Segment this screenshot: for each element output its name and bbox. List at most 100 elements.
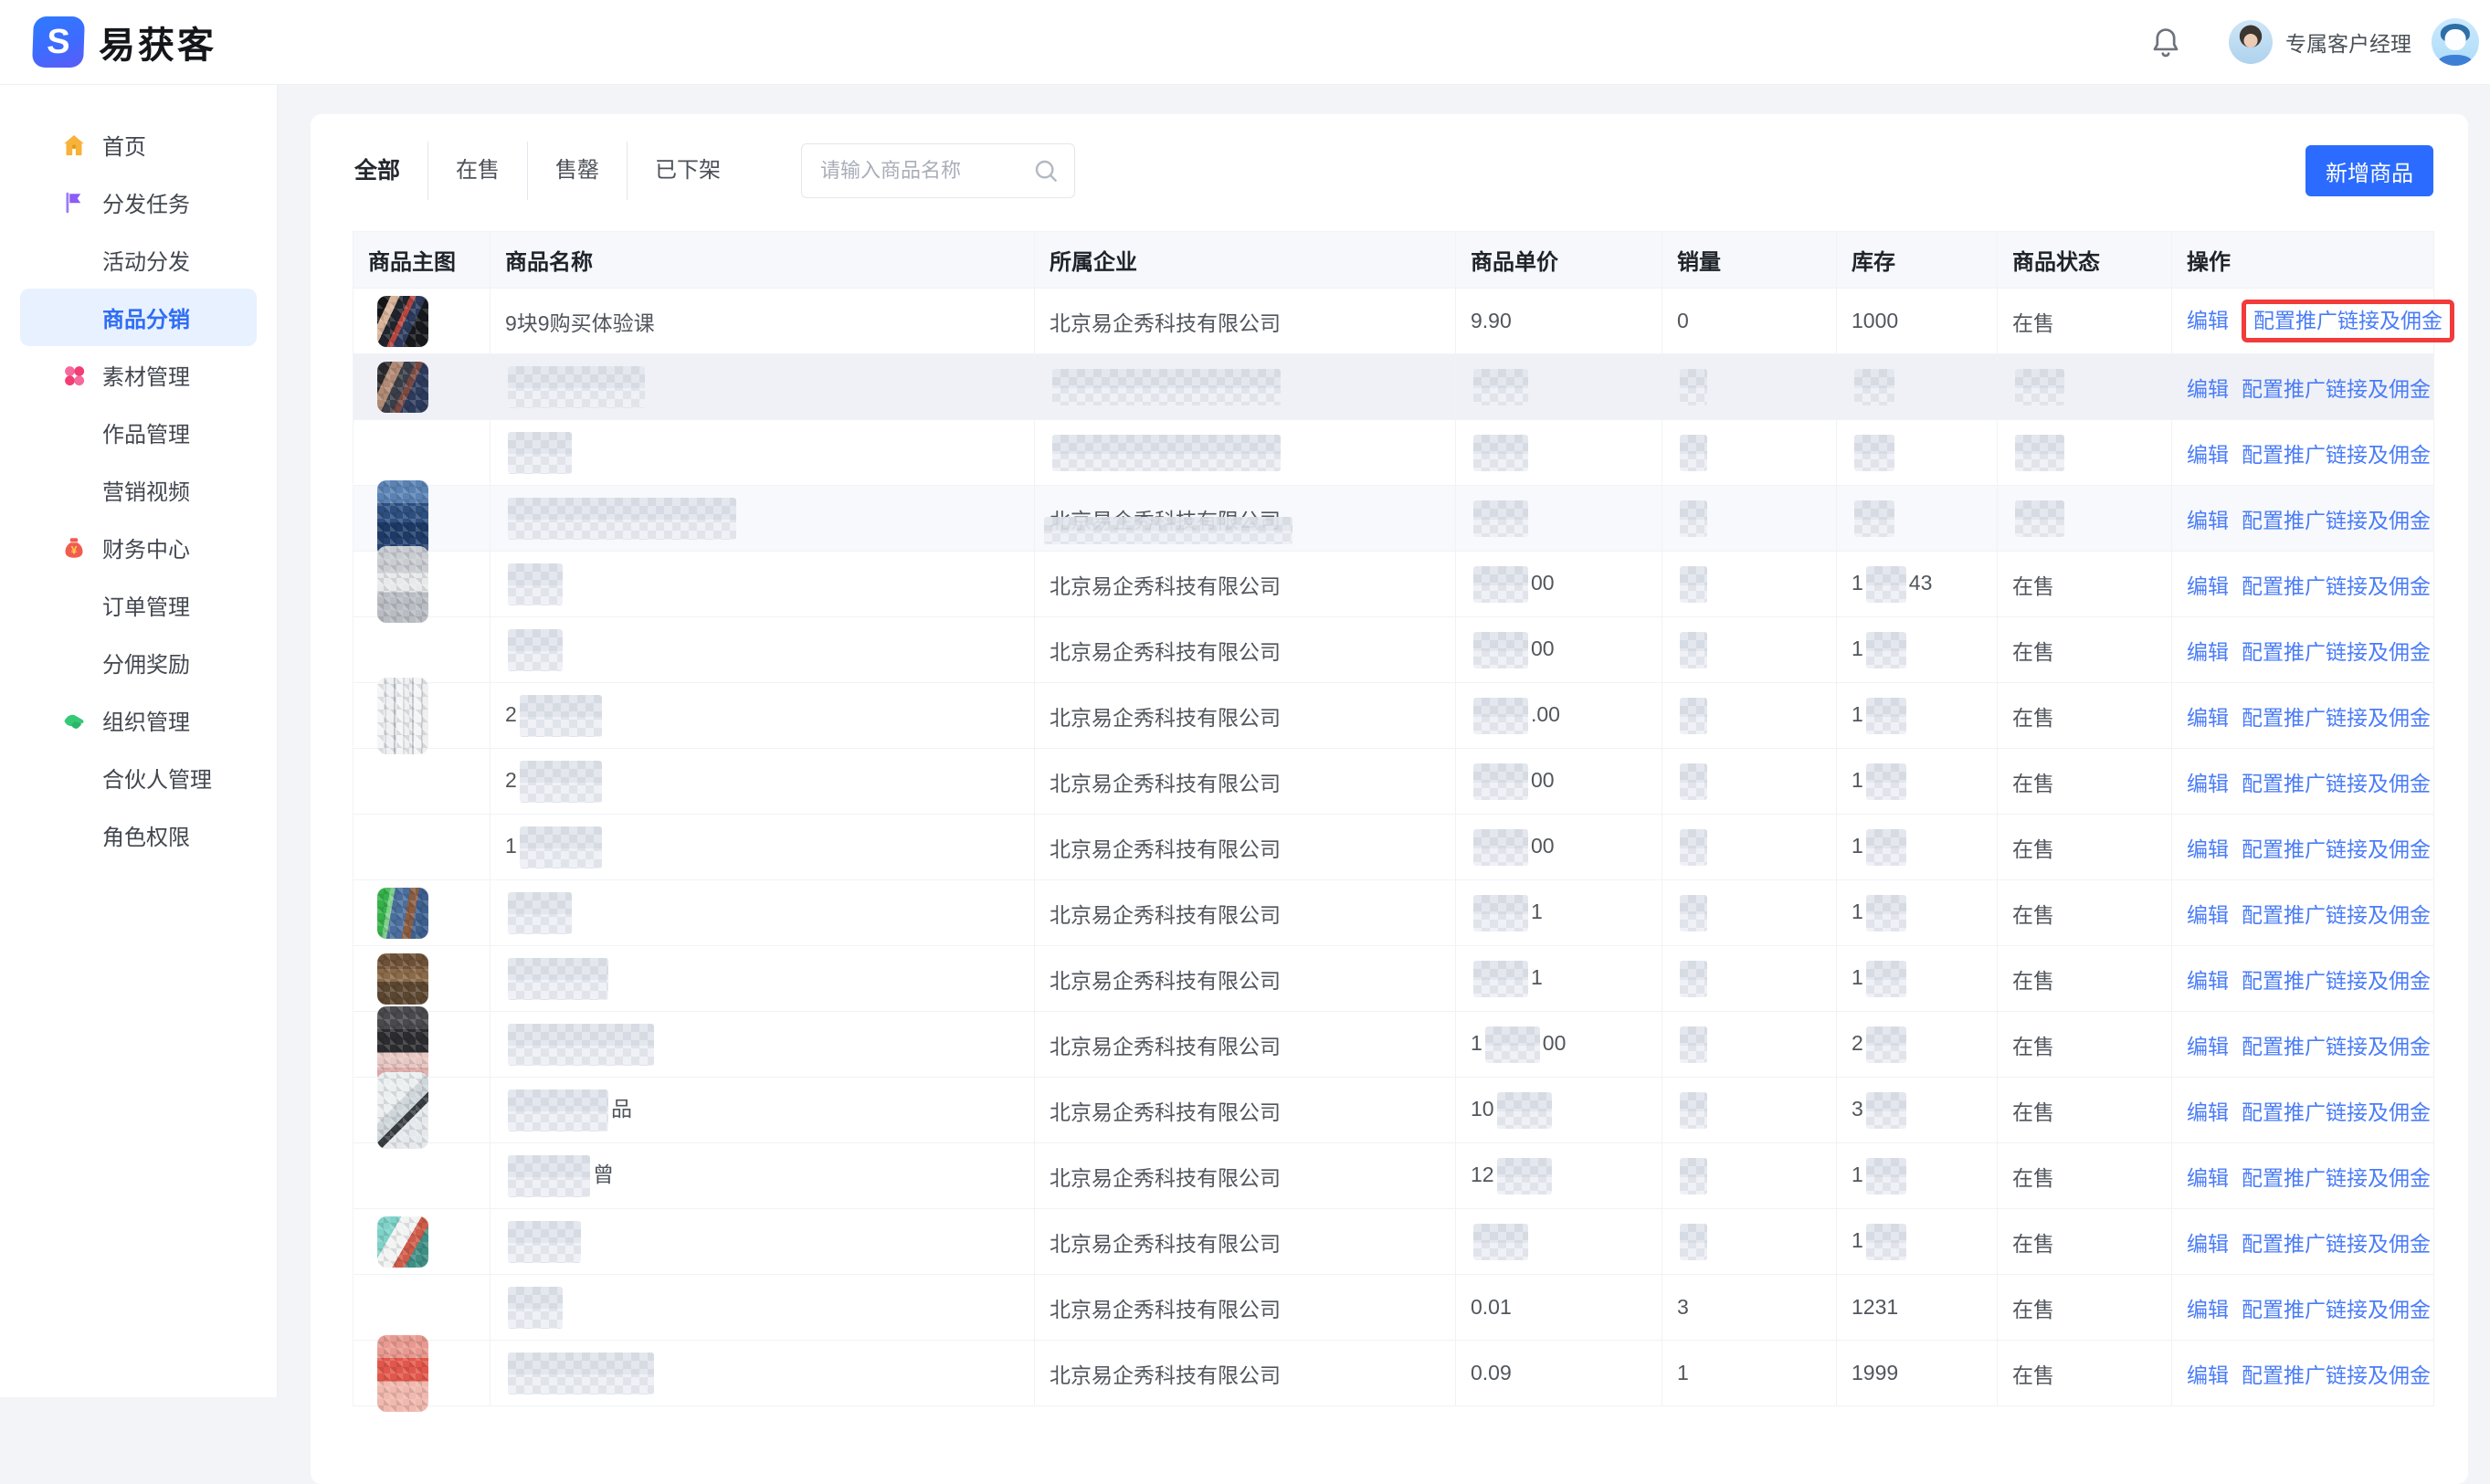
table-row: 北京易企秀科技有限公司11在售编辑配置推广链接及佣金 xyxy=(353,880,2434,946)
product-table-wrap: 商品主图商品名称所属企业商品单价销量库存商品状态操作 9块9购买体验课北京易企秀… xyxy=(311,200,2468,1406)
configure-link[interactable]: 配置推广链接及佣金 xyxy=(2242,837,2431,861)
edit-link[interactable]: 编辑 xyxy=(2187,1298,2229,1321)
cell-stock xyxy=(1837,354,1998,420)
cell-image xyxy=(353,1012,491,1078)
configure-link[interactable]: 配置推广链接及佣金 xyxy=(2242,969,2431,993)
cell-company: 北京易企秀科技有限公司 xyxy=(1035,552,1456,617)
configure-link[interactable]: 配置推广链接及佣金 xyxy=(2242,903,2431,927)
configure-link[interactable]: 配置推广链接及佣金 xyxy=(2242,1035,2431,1058)
sidebar-item-11[interactable]: 合伙人管理 xyxy=(20,749,257,806)
cell-company: 北京易企秀科技有限公司 xyxy=(1035,1078,1456,1143)
mosaic-blur xyxy=(1473,829,1528,866)
edit-link[interactable]: 编辑 xyxy=(2187,706,2229,730)
configure-link[interactable]: 配置推广链接及佣金 xyxy=(2242,509,2431,532)
sidebar-item-1[interactable]: 分发任务 xyxy=(20,174,257,231)
mosaic-blur xyxy=(1680,1026,1707,1063)
tab-1[interactable]: 在售 xyxy=(427,142,527,200)
edit-link[interactable]: 编辑 xyxy=(2187,377,2229,401)
edit-link[interactable]: 编辑 xyxy=(2187,640,2229,664)
mosaic-blur xyxy=(1866,829,1906,866)
org-icon xyxy=(60,707,88,734)
app-logo-text: 易获客 xyxy=(99,16,216,68)
mosaic-blur xyxy=(1680,895,1707,931)
sidebar-item-2[interactable]: 活动分发 xyxy=(20,231,257,289)
edit-link[interactable]: 编辑 xyxy=(2187,1363,2229,1387)
toolbar: 全部在售售罄已下架 新增商品 xyxy=(311,114,2468,200)
edit-link[interactable]: 编辑 xyxy=(2187,1232,2229,1256)
cell-actions: 编辑配置推广链接及佣金 xyxy=(2172,1012,2434,1078)
cell-name: 9块9购买体验课 xyxy=(491,289,1035,354)
user-avatar-face xyxy=(2445,29,2466,50)
configure-link[interactable]: 配置推广链接及佣金 xyxy=(2242,1166,2431,1190)
sidebar-item-label: 作品管理 xyxy=(102,416,190,448)
edit-link[interactable]: 编辑 xyxy=(2187,1166,2229,1190)
configure-link[interactable]: 配置推广链接及佣金 xyxy=(2242,574,2431,598)
edit-link[interactable]: 编辑 xyxy=(2187,837,2229,861)
sidebar-item-12[interactable]: 角色权限 xyxy=(20,806,257,864)
cell-status: 在售 xyxy=(1998,946,2172,1012)
table-row: 9块9购买体验课北京易企秀科技有限公司9.9001000在售编辑配置推广链接及佣… xyxy=(353,289,2434,354)
sidebar-item-label: 分发任务 xyxy=(102,186,190,218)
edit-link[interactable]: 编辑 xyxy=(2187,574,2229,598)
cell-price: 100 xyxy=(1456,1012,1662,1078)
configure-link[interactable]: 配置推广链接及佣金 xyxy=(2242,443,2431,467)
configure-link[interactable]: 配置推广链接及佣金 xyxy=(2242,706,2431,730)
edit-link[interactable]: 编辑 xyxy=(2187,509,2229,532)
configure-link[interactable]: 配置推广链接及佣金 xyxy=(2242,640,2431,664)
sidebar-item-9[interactable]: 分佣奖励 xyxy=(20,634,257,691)
tab-0[interactable]: 全部 xyxy=(353,142,427,200)
edit-link[interactable]: 编辑 xyxy=(2187,969,2229,993)
sidebar-item-3[interactable]: 商品分销 xyxy=(20,289,257,346)
user-avatar[interactable] xyxy=(2432,18,2479,66)
cell-name: 1 xyxy=(491,815,1035,880)
mosaic-blur xyxy=(1473,500,1528,537)
sidebar-item-label: 组织管理 xyxy=(102,704,190,736)
app-logo-icon: S xyxy=(32,16,85,68)
configure-link[interactable]: 配置推广链接及佣金 xyxy=(2242,1298,2431,1321)
configure-link[interactable]: 配置推广链接及佣金 xyxy=(2242,1100,2431,1124)
edit-link[interactable]: 编辑 xyxy=(2187,309,2229,332)
tab-2[interactable]: 售罄 xyxy=(527,142,627,200)
mosaic-blur xyxy=(520,761,602,803)
table-row: 2北京易企秀科技有限公司.001在售编辑配置推广链接及佣金 xyxy=(353,683,2434,749)
search-box xyxy=(801,143,1075,198)
table-row: 品北京易企秀科技有限公司103在售编辑配置推广链接及佣金 xyxy=(353,1078,2434,1143)
tab-3[interactable]: 已下架 xyxy=(627,142,748,200)
manager-avatar[interactable] xyxy=(2229,20,2273,64)
cell-company xyxy=(1035,354,1456,420)
sidebar-item-label: 素材管理 xyxy=(102,359,190,391)
cell-sales xyxy=(1662,1012,1837,1078)
column-header-4: 销量 xyxy=(1662,232,1837,289)
mosaic-blur xyxy=(1866,895,1906,931)
mosaic-blur xyxy=(508,432,572,474)
configure-link[interactable]: 配置推广链接及佣金 xyxy=(2242,377,2431,401)
column-header-5: 库存 xyxy=(1837,232,1998,289)
configure-link[interactable]: 配置推广链接及佣金 xyxy=(2242,1232,2431,1256)
table-row: 编辑配置推广链接及佣金 xyxy=(353,420,2434,486)
edit-link[interactable]: 编辑 xyxy=(2187,443,2229,467)
configure-link[interactable]: 配置推广链接及佣金 xyxy=(2242,1363,2431,1387)
sidebar-item-5[interactable]: 作品管理 xyxy=(20,404,257,461)
edit-link[interactable]: 编辑 xyxy=(2187,903,2229,927)
status-tabs: 全部在售售罄已下架 xyxy=(353,142,748,200)
edit-link[interactable]: 编辑 xyxy=(2187,772,2229,795)
cell-status xyxy=(1998,486,2172,552)
sidebar-item-10[interactable]: 组织管理 xyxy=(20,691,257,749)
sidebar-item-8[interactable]: 订单管理 xyxy=(20,576,257,634)
search-icon[interactable] xyxy=(1031,156,1060,185)
mosaic-blur xyxy=(1866,698,1906,734)
edit-link[interactable]: 编辑 xyxy=(2187,1100,2229,1124)
sidebar-item-6[interactable]: 营销视频 xyxy=(20,461,257,519)
sidebar-item-7[interactable]: ¥财务中心 xyxy=(20,519,257,576)
edit-link[interactable]: 编辑 xyxy=(2187,1035,2229,1058)
sidebar-item-4[interactable]: 素材管理 xyxy=(20,346,257,404)
notification-bell-icon[interactable] xyxy=(2148,24,2183,60)
sidebar-item-0[interactable]: 首页 xyxy=(20,116,257,174)
configure-link[interactable]: 配置推广链接及佣金 xyxy=(2242,772,2431,795)
configure-link[interactable]: 配置推广链接及佣金 xyxy=(2253,309,2443,332)
mosaic-blur xyxy=(508,629,563,671)
cell-stock xyxy=(1837,486,1998,552)
add-product-button[interactable]: 新增商品 xyxy=(2305,145,2433,196)
cell-image xyxy=(353,880,491,946)
mosaic-blur xyxy=(1473,435,1528,471)
